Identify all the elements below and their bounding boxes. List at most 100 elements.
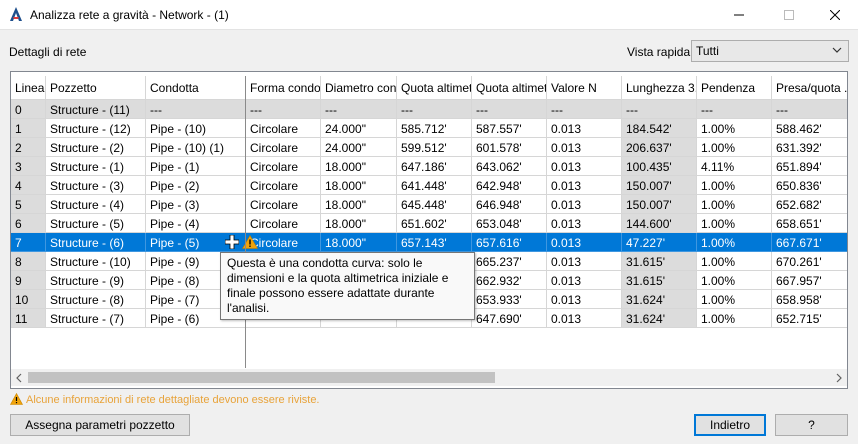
- table-cell[interactable]: 150.007': [622, 195, 697, 214]
- table-cell[interactable]: ---: [547, 100, 622, 119]
- table-cell[interactable]: 0.013: [547, 119, 622, 138]
- table-cell[interactable]: 0: [11, 100, 46, 119]
- table-cell[interactable]: 4.11%: [697, 157, 772, 176]
- table-row[interactable]: 6 Structure - (5) Pipe - (4) Circolare 18.00…: [11, 214, 847, 233]
- table-cell[interactable]: 646.948': [472, 195, 547, 214]
- table-cell[interactable]: 9: [11, 271, 46, 290]
- column-header[interactable]: Valore N: [547, 76, 622, 100]
- table-cell[interactable]: 658.958': [772, 290, 847, 309]
- table-cell[interactable]: 587.557': [472, 119, 547, 138]
- table-cell[interactable]: 647.690': [472, 309, 547, 328]
- table-cell[interactable]: ---: [146, 100, 246, 119]
- table-cell[interactable]: 0.013: [547, 271, 622, 290]
- table-cell[interactable]: 18.000": [321, 157, 397, 176]
- table-cell[interactable]: 601.578': [472, 138, 547, 157]
- table-cell[interactable]: 18.000": [321, 233, 397, 252]
- table-cell[interactable]: ---: [397, 100, 472, 119]
- quick-view-select[interactable]: Tutti: [691, 40, 849, 62]
- table-cell[interactable]: Circolare: [246, 195, 321, 214]
- table-row[interactable]: 7 Structure - (6) Pipe - (5) Circolare 18.00…: [11, 233, 847, 252]
- table-row[interactable]: 4 Structure - (3) Pipe - (2) Circolare 18.00…: [11, 176, 847, 195]
- table-cell[interactable]: 1.00%: [697, 290, 772, 309]
- table-row[interactable]: 1 Structure - (12) Pipe - (10) Circolare 24.…: [11, 119, 847, 138]
- table-cell[interactable]: 1.00%: [697, 138, 772, 157]
- table-cell[interactable]: 24.000": [321, 138, 397, 157]
- scroll-right-arrow-icon[interactable]: [834, 373, 844, 383]
- table-cell[interactable]: 0.013: [547, 195, 622, 214]
- curved-pipe-warning-indicator[interactable]: [225, 234, 258, 251]
- table-cell[interactable]: 11: [11, 309, 46, 328]
- column-header[interactable]: Condotta: [146, 76, 246, 100]
- table-row[interactable]: 3 Structure - (1) Pipe - (1) Circolare 18.00…: [11, 157, 847, 176]
- column-header[interactable]: Forma condo: [246, 76, 321, 100]
- table-cell[interactable]: 670.261': [772, 252, 847, 271]
- table-cell[interactable]: 3: [11, 157, 46, 176]
- table-cell[interactable]: 31.615': [622, 252, 697, 271]
- assign-structure-parameters-button[interactable]: Assegna parametri pozzetto: [10, 414, 190, 436]
- table-cell[interactable]: 4: [11, 176, 46, 195]
- column-header[interactable]: Pozzetto: [46, 76, 146, 100]
- table-cell[interactable]: 642.948': [472, 176, 547, 195]
- table-cell[interactable]: 31.624': [622, 290, 697, 309]
- table-cell[interactable]: Structure - (1): [46, 157, 146, 176]
- column-header[interactable]: Presa/quota ...: [772, 76, 847, 100]
- table-cell[interactable]: Circolare: [246, 119, 321, 138]
- column-header[interactable]: Linea: [11, 76, 46, 100]
- horizontal-scrollbar[interactable]: [11, 369, 847, 386]
- table-cell[interactable]: Structure - (3): [46, 176, 146, 195]
- table-cell[interactable]: 18.000": [321, 195, 397, 214]
- table-cell[interactable]: Pipe - (4): [146, 214, 246, 233]
- table-cell[interactable]: 641.448': [397, 176, 472, 195]
- column-header[interactable]: Lunghezza 3...: [622, 76, 697, 100]
- table-cell[interactable]: 645.448': [397, 195, 472, 214]
- table-cell[interactable]: Structure - (6): [46, 233, 146, 252]
- table-cell[interactable]: Structure - (5): [46, 214, 146, 233]
- table-cell[interactable]: 31.615': [622, 271, 697, 290]
- table-cell[interactable]: 1: [11, 119, 46, 138]
- table-cell[interactable]: ---: [622, 100, 697, 119]
- column-header[interactable]: Pendenza: [697, 76, 772, 100]
- table-cell[interactable]: 100.435': [622, 157, 697, 176]
- table-cell[interactable]: 643.062': [472, 157, 547, 176]
- table-cell[interactable]: 662.932': [472, 271, 547, 290]
- table-cell[interactable]: Structure - (7): [46, 309, 146, 328]
- table-cell[interactable]: 1.00%: [697, 271, 772, 290]
- help-button[interactable]: ?: [775, 414, 848, 436]
- table-cell[interactable]: Structure - (8): [46, 290, 146, 309]
- table-cell[interactable]: 24.000": [321, 119, 397, 138]
- table-cell[interactable]: 1.00%: [697, 214, 772, 233]
- table-cell[interactable]: 2: [11, 138, 46, 157]
- scroll-left-arrow-icon[interactable]: [14, 373, 24, 383]
- table-cell[interactable]: 588.462': [772, 119, 847, 138]
- table-cell[interactable]: 6: [11, 214, 46, 233]
- column-header[interactable]: Quota altimet...: [397, 76, 472, 100]
- table-cell[interactable]: Structure - (10): [46, 252, 146, 271]
- table-cell[interactable]: 650.836': [772, 176, 847, 195]
- table-cell[interactable]: 657.616': [472, 233, 547, 252]
- table-cell[interactable]: Pipe - (10): [146, 119, 246, 138]
- table-cell[interactable]: 47.227': [622, 233, 697, 252]
- table-cell[interactable]: ---: [472, 100, 547, 119]
- minimize-button[interactable]: [716, 0, 762, 30]
- table-cell[interactable]: 665.237': [472, 252, 547, 271]
- table-cell[interactable]: Structure - (12): [46, 119, 146, 138]
- table-cell[interactable]: 599.512': [397, 138, 472, 157]
- table-row[interactable]: 5 Structure - (4) Pipe - (3) Circolare 18.00…: [11, 195, 847, 214]
- table-cell[interactable]: Structure - (4): [46, 195, 146, 214]
- table-cell[interactable]: 585.712': [397, 119, 472, 138]
- table-cell[interactable]: ---: [321, 100, 397, 119]
- table-cell[interactable]: Circolare: [246, 157, 321, 176]
- table-cell[interactable]: 667.671': [772, 233, 847, 252]
- table-cell[interactable]: 0.013: [547, 233, 622, 252]
- table-cell[interactable]: 31.624': [622, 309, 697, 328]
- table-cell[interactable]: Pipe - (2): [146, 176, 246, 195]
- table-cell[interactable]: 5: [11, 195, 46, 214]
- table-cell[interactable]: ---: [772, 100, 847, 119]
- table-cell[interactable]: 10: [11, 290, 46, 309]
- table-cell[interactable]: 150.007': [622, 176, 697, 195]
- column-header[interactable]: Diametro con...: [321, 76, 397, 100]
- table-cell[interactable]: 651.602': [397, 214, 472, 233]
- table-cell[interactable]: 667.957': [772, 271, 847, 290]
- table-cell[interactable]: 8: [11, 252, 46, 271]
- table-cell[interactable]: Pipe - (3): [146, 195, 246, 214]
